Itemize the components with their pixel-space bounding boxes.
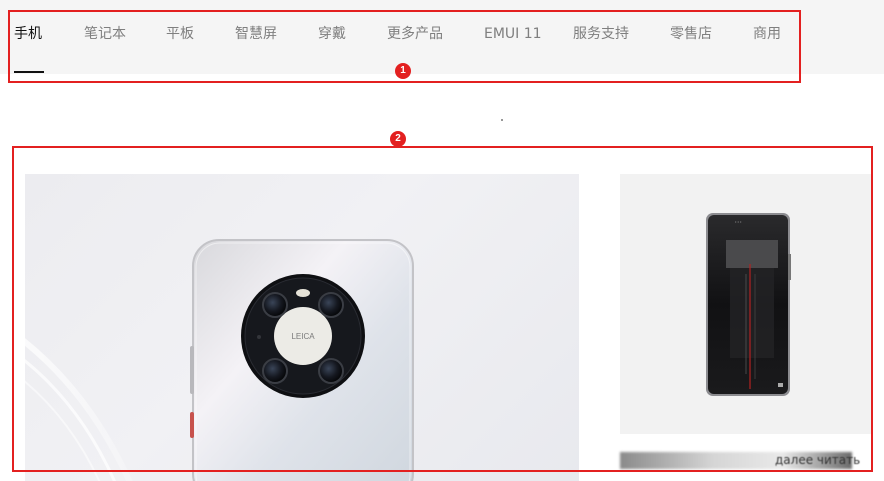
annotation-badge-1: 1 <box>395 63 411 79</box>
annotation-badge-2: 2 <box>390 131 406 147</box>
decorative-dot <box>501 119 503 121</box>
annotation-box-2 <box>12 146 873 472</box>
